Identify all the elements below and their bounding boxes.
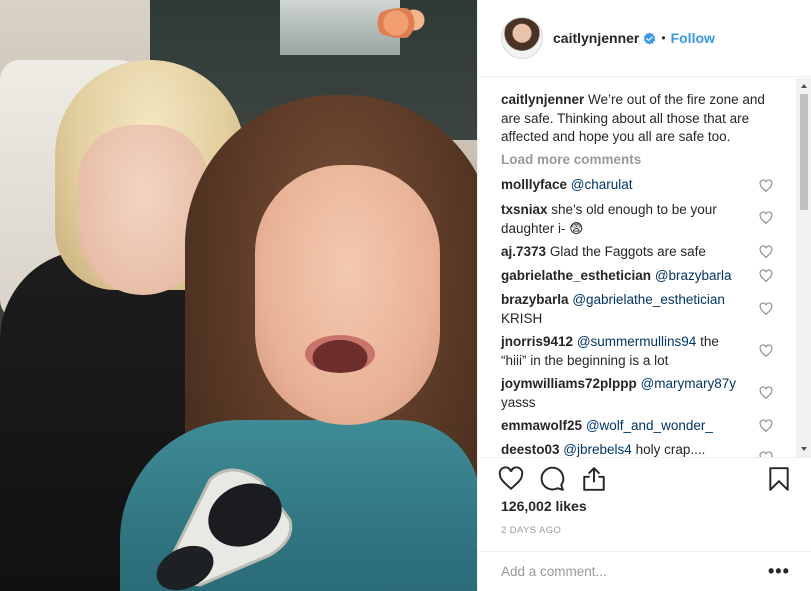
heart-icon[interactable]: [759, 245, 773, 259]
follow-button[interactable]: Follow: [671, 30, 715, 46]
comment-mention[interactable]: @brazybarla: [655, 268, 732, 283]
comment-item: aj.7373 Glad the Faggots are safe: [501, 243, 751, 262]
comment-username[interactable]: molllyface: [501, 177, 567, 192]
verified-badge-icon: [644, 31, 656, 45]
sunglasses: [156, 468, 293, 590]
instagram-post: caitlynjenner • Follow caitlynjenner We’…: [0, 0, 811, 591]
post-side-panel: caitlynjenner • Follow caitlynjenner We’…: [477, 0, 811, 591]
scrollbar-thumb[interactable]: [800, 94, 808, 210]
bookmark-icon[interactable]: [766, 466, 792, 492]
heart-icon[interactable]: [759, 179, 773, 193]
comment-item: joymwilliams72plppp @marymary87y yasss: [501, 375, 746, 412]
post-caption: caitlynjenner We’re out of the fire zone…: [501, 91, 771, 147]
comment-username[interactable]: brazybarla: [501, 292, 569, 307]
comments-list[interactable]: caitlynjenner We’re out of the fire zone…: [478, 78, 811, 457]
comment-username[interactable]: joymwilliams72plppp: [501, 376, 637, 391]
heart-icon[interactable]: [759, 344, 773, 358]
comment-username[interactable]: txsniax: [501, 202, 548, 217]
post-timestamp[interactable]: 2 DAYS AGO: [501, 525, 561, 536]
header-separator: •: [661, 31, 666, 45]
load-more-comments-button[interactable]: Load more comments: [501, 152, 641, 167]
person-right-face: [255, 165, 440, 425]
heart-icon[interactable]: [759, 419, 773, 433]
comment-mention[interactable]: @gabrielathe_esthetician: [572, 292, 725, 307]
comment-mention[interactable]: @charulat: [571, 177, 633, 192]
comment-text: holy crap....: [635, 442, 706, 457]
comment-mention[interactable]: @marymary87y: [641, 376, 736, 391]
comment-username[interactable]: jnorris9412: [501, 334, 573, 349]
caption-username[interactable]: caitlynjenner: [501, 92, 584, 107]
comment-mention[interactable]: @summermullins94: [577, 334, 696, 349]
comment-username[interactable]: emmawolf25: [501, 418, 582, 433]
comment-text: Glad the Faggots are safe: [549, 244, 706, 259]
action-bar: [478, 457, 811, 501]
scroll-up-arrow-icon[interactable]: [796, 78, 811, 94]
comment-mention[interactable]: @jbrebels4: [563, 442, 632, 457]
comment-item: molllyface @charulat: [501, 176, 751, 195]
heart-icon[interactable]: [759, 302, 773, 316]
comment-item: deesto03 @jbrebels4 holy crap....: [501, 441, 761, 457]
comment-text: KRISH: [501, 310, 543, 326]
comment-item: emmawolf25 @wolf_and_wonder_: [501, 417, 751, 436]
comment-item: txsniax she's old enough to be your daug…: [501, 201, 741, 238]
comment-username[interactable]: deesto03: [501, 442, 560, 457]
post-video[interactable]: [0, 0, 477, 591]
comment-item: brazybarla @gabrielathe_esthetician KRIS…: [501, 291, 756, 328]
heart-icon[interactable]: [759, 386, 773, 400]
avatar[interactable]: [501, 17, 543, 59]
comment-item: gabrielathe_esthetician @brazybarla: [501, 267, 756, 286]
comment-text: yasss: [501, 394, 536, 410]
like-heart-icon[interactable]: [498, 466, 524, 492]
person-right-mouth: [305, 335, 375, 373]
add-comment-input[interactable]: [501, 564, 741, 579]
comment-item: jnorris9412 @summermullins94 the “hiii” …: [501, 333, 741, 370]
comment-username[interactable]: gabrielathe_esthetician: [501, 268, 651, 283]
add-comment-bar: •••: [478, 551, 811, 591]
background-flowers: [372, 8, 432, 38]
scroll-down-arrow-icon[interactable]: [796, 441, 811, 457]
likes-count[interactable]: 126,002 likes: [501, 498, 587, 514]
post-header: caitlynjenner • Follow: [478, 0, 811, 77]
header-username[interactable]: caitlynjenner: [553, 30, 639, 46]
comment-mention[interactable]: @wolf_and_wonder_: [586, 418, 713, 433]
more-options-icon[interactable]: •••: [768, 562, 790, 580]
comment-username[interactable]: aj.7373: [501, 244, 546, 259]
heart-icon[interactable]: [759, 269, 773, 283]
share-icon[interactable]: [581, 466, 607, 492]
comment-bubble-icon[interactable]: [539, 466, 565, 492]
comments-scrollbar[interactable]: [796, 78, 811, 457]
heart-icon[interactable]: [759, 211, 773, 225]
